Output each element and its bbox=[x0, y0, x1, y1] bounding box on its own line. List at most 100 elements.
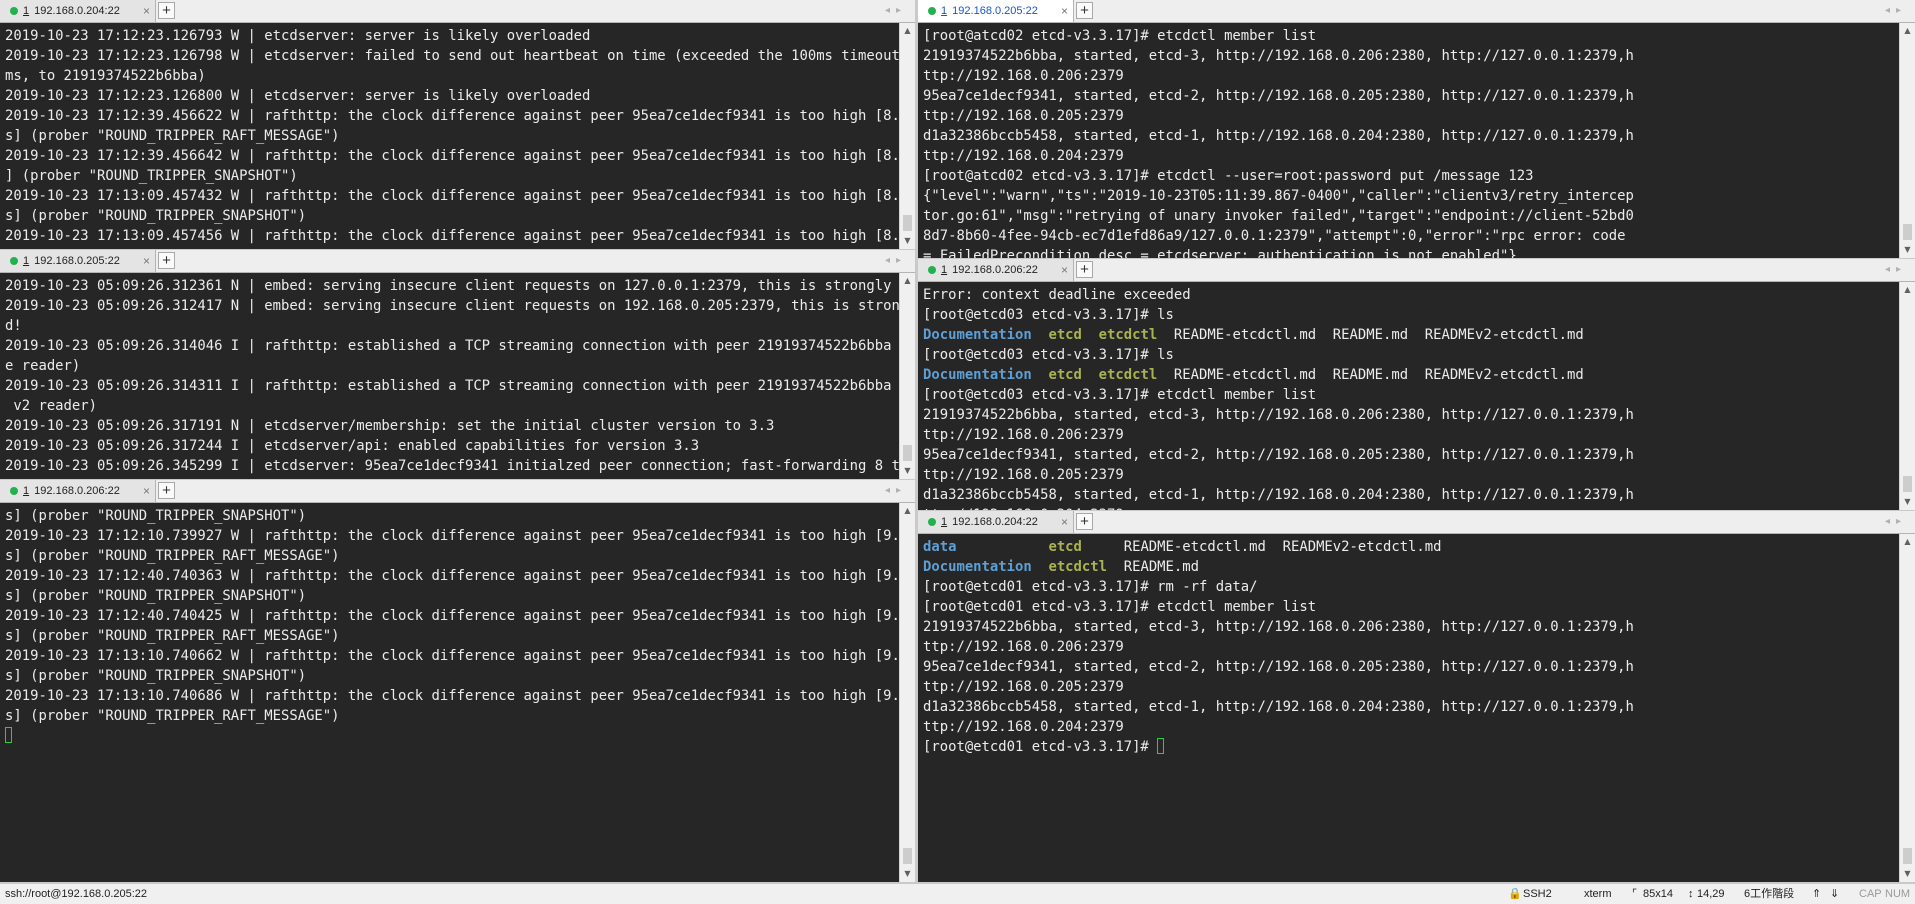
vertical-scrollbar[interactable]: ▲ ▼ bbox=[1899, 534, 1915, 882]
connected-status-icon bbox=[928, 7, 936, 15]
terminal-pane-top-left[interactable]: 1 192.168.0.204:22 × + ◂▸ 2019-10-23 17:12:2… bbox=[0, 0, 915, 249]
terminal-line: [root@etcd03 etcd-v3.3.17]# ls bbox=[923, 305, 1899, 325]
terminal-text: s] (prober "ROUND_TRIPPER_RAFT_MESSAGE") bbox=[5, 628, 340, 644]
terminal-text: 2019-10-23 05:09:26.314046 I | rafthttp:… bbox=[5, 338, 892, 354]
tab-bar: 1 192.168.0.206:22 × + ◂▸ bbox=[918, 259, 1915, 282]
terminal-text: s] (prober "ROUND_TRIPPER_RAFT_MESSAGE") bbox=[5, 708, 340, 724]
terminal-line: 8d7-8b60-4fee-94cb-ec7d1efd86a9/127.0.0.… bbox=[923, 226, 1899, 246]
scroll-thumb[interactable] bbox=[903, 848, 912, 864]
tab-close-icon[interactable]: × bbox=[143, 250, 150, 272]
scroll-down-icon[interactable]: ▼ bbox=[900, 233, 915, 249]
vertical-scrollbar[interactable]: ▲ ▼ bbox=[1899, 282, 1915, 510]
tab-next-icon[interactable]: ▸ bbox=[1896, 264, 1907, 275]
terminal-line: 2019-10-23 05:09:26.345299 I | etcdserve… bbox=[5, 456, 899, 476]
terminal-line: 21919374522b6bba, started, etcd-3, http:… bbox=[923, 405, 1899, 425]
tab-next-icon[interactable]: ▸ bbox=[1896, 5, 1907, 16]
terminal-text: 2019-10-23 17:13:09.457456 W | rafthttp:… bbox=[5, 228, 899, 244]
terminal-pane-middle-left[interactable]: 1 192.168.0.205:22 × + ◂▸ 2019-10-23 05:09:2… bbox=[0, 250, 915, 479]
scroll-up-icon[interactable]: ▲ bbox=[1900, 23, 1915, 39]
terminal-text: 21919374522b6bba, started, etcd-3, http:… bbox=[923, 48, 1634, 64]
new-tab-button[interactable]: + bbox=[158, 482, 175, 499]
terminal-output[interactable]: Error: context deadline exceeded [root@et… bbox=[918, 282, 1899, 510]
terminal-line: ttp://192.168.0.204:2379 bbox=[923, 717, 1899, 737]
executable-name: etcd bbox=[1048, 367, 1082, 383]
vertical-scrollbar[interactable]: ▲ ▼ bbox=[899, 503, 915, 882]
tab-next-icon[interactable]: ▸ bbox=[896, 5, 907, 16]
terminal-line: Documentation etcd etcdctl README-etcdct… bbox=[923, 365, 1899, 385]
terminal-line: ttp://192.168.0.206:2379 bbox=[923, 637, 1899, 657]
new-tab-button[interactable]: + bbox=[1076, 261, 1093, 278]
tab-prev-icon[interactable]: ◂ bbox=[885, 485, 896, 496]
session-tab[interactable]: 1 192.168.0.206:22 × bbox=[918, 259, 1074, 281]
terminal-pane-top-right[interactable]: 1 192.168.0.205:22 × + ◂▸ [root@atcd02 etcd-… bbox=[918, 0, 1915, 258]
vertical-scrollbar[interactable]: ▲ ▼ bbox=[1899, 23, 1915, 258]
session-tab[interactable]: 1 192.168.0.206:22 × bbox=[0, 480, 156, 502]
scroll-thumb[interactable] bbox=[903, 215, 912, 231]
tab-prev-icon[interactable]: ◂ bbox=[1885, 5, 1896, 16]
new-tab-button[interactable]: + bbox=[1076, 513, 1093, 530]
scroll-down-icon[interactable]: ▼ bbox=[1900, 494, 1915, 510]
terminal-text: ticks 10) with 2 active peer(s) bbox=[5, 478, 272, 479]
tab-next-icon[interactable]: ▸ bbox=[1896, 516, 1907, 527]
scroll-thumb[interactable] bbox=[1903, 224, 1912, 240]
vertical-scrollbar[interactable]: ▲ ▼ bbox=[899, 273, 915, 479]
tab-next-icon[interactable]: ▸ bbox=[896, 255, 907, 266]
tab-close-icon[interactable]: × bbox=[143, 480, 150, 502]
scroll-down-icon[interactable]: ▼ bbox=[1900, 866, 1915, 882]
scroll-down-icon[interactable]: ▼ bbox=[1900, 242, 1915, 258]
tab-prev-icon[interactable]: ◂ bbox=[885, 5, 896, 16]
terminal-output[interactable]: 2019-10-23 17:12:23.126793 W | etcdserve… bbox=[0, 23, 899, 249]
terminal-output[interactable]: data etcd README-etcdctl.md READMEv2-etc… bbox=[918, 534, 1899, 882]
download-arrow-icon[interactable]: ⇓ bbox=[1830, 884, 1839, 904]
tab-close-icon[interactable]: × bbox=[1061, 259, 1068, 281]
scroll-down-icon[interactable]: ▼ bbox=[900, 866, 915, 882]
upload-arrow-icon[interactable]: ⇑ bbox=[1812, 884, 1821, 904]
executable-name: etcd bbox=[1048, 327, 1082, 343]
connection-status: ssh://root@192.168.0.205:22 bbox=[5, 888, 148, 900]
status-bar: ssh://root@192.168.0.205:22 🔒 SSH2 xterm… bbox=[0, 883, 1915, 904]
terminal-text: ttp://192.168.0.204:2379 bbox=[923, 148, 1124, 164]
vertical-scrollbar[interactable]: ▲ ▼ bbox=[899, 23, 915, 249]
tab-next-icon[interactable]: ▸ bbox=[896, 485, 907, 496]
new-tab-button[interactable]: + bbox=[158, 2, 175, 19]
scroll-thumb[interactable] bbox=[1903, 848, 1912, 864]
session-tab[interactable]: 1 192.168.0.204:22 × bbox=[918, 511, 1074, 533]
scroll-up-icon[interactable]: ▲ bbox=[1900, 534, 1915, 550]
tab-close-icon[interactable]: × bbox=[143, 0, 150, 22]
terminal-text: s] (prober "ROUND_TRIPPER_SNAPSHOT") bbox=[5, 668, 307, 684]
terminal-line: 2019-10-23 05:09:26.317191 N | etcdserve… bbox=[5, 416, 899, 436]
terminal-text: d1a32386bccb5458, started, etcd-1, http:… bbox=[923, 699, 1634, 715]
terminal-pane-bottom-right[interactable]: 1 192.168.0.204:22 × + ◂▸ data etcd README-e… bbox=[918, 511, 1915, 882]
new-tab-button[interactable]: + bbox=[158, 252, 175, 269]
terminal-output[interactable]: 2019-10-23 05:09:26.312361 N | embed: se… bbox=[0, 273, 899, 479]
terminal-pane-middle-right[interactable]: 1 192.168.0.206:22 × + ◂▸ Error: context dea… bbox=[918, 259, 1915, 510]
terminal-output[interactable]: [root@atcd02 etcd-v3.3.17]# etcdctl memb… bbox=[918, 23, 1899, 258]
tab-prev-icon[interactable]: ◂ bbox=[1885, 264, 1896, 275]
terminal-line: 2019-10-23 17:13:09.457456 W | rafthttp:… bbox=[5, 226, 899, 246]
scroll-thumb[interactable] bbox=[903, 445, 912, 461]
tab-scroll-arrows: ◂▸ bbox=[885, 480, 907, 502]
terminal-line: 2019-10-23 17:12:23.126798 W | etcdserve… bbox=[5, 46, 899, 66]
session-tab[interactable]: 1 192.168.0.205:22 × bbox=[918, 0, 1074, 22]
scroll-thumb[interactable] bbox=[1903, 476, 1912, 492]
session-tab[interactable]: 1 192.168.0.205:22 × bbox=[0, 250, 156, 272]
scroll-up-icon[interactable]: ▲ bbox=[900, 503, 915, 519]
terminal-pane-bottom-left[interactable]: 1 192.168.0.206:22 × + ◂▸ s] (prober "ROUND_… bbox=[0, 480, 915, 882]
terminal-text: README-etcdctl.md READMEv2-etcdctl.md bbox=[1081, 539, 1442, 555]
new-tab-button[interactable]: + bbox=[1076, 2, 1093, 19]
tab-scroll-arrows: ◂▸ bbox=[1885, 0, 1907, 22]
scroll-down-icon[interactable]: ▼ bbox=[900, 463, 915, 479]
terminal-text: 2019-10-23 17:12:23.126800 W | etcdserve… bbox=[5, 88, 591, 104]
tab-prev-icon[interactable]: ◂ bbox=[885, 255, 896, 266]
terminal-size-icon: ⌜ bbox=[1632, 888, 1638, 900]
tab-bar: 1 192.168.0.204:22 × + ◂▸ bbox=[0, 0, 915, 23]
session-tab[interactable]: 1 192.168.0.204:22 × bbox=[0, 0, 156, 22]
terminal-output[interactable]: s] (prober "ROUND_TRIPPER_SNAPSHOT") 2019… bbox=[0, 503, 899, 882]
scroll-up-icon[interactable]: ▲ bbox=[1900, 282, 1915, 298]
tab-prev-icon[interactable]: ◂ bbox=[1885, 516, 1896, 527]
tab-close-icon[interactable]: × bbox=[1061, 511, 1068, 533]
scroll-up-icon[interactable]: ▲ bbox=[900, 23, 915, 39]
tab-scroll-arrows: ◂▸ bbox=[1885, 511, 1907, 533]
tab-close-icon[interactable]: × bbox=[1061, 0, 1068, 22]
scroll-up-icon[interactable]: ▲ bbox=[900, 273, 915, 289]
